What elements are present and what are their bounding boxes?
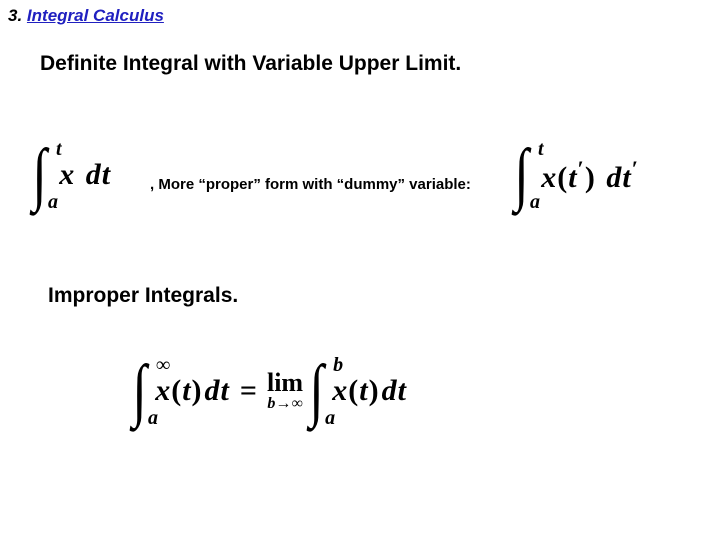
prime: ′ bbox=[578, 156, 585, 181]
limit: lim b→∞ bbox=[267, 370, 303, 412]
arg: t bbox=[568, 161, 577, 194]
differential: dt′ bbox=[604, 161, 639, 194]
section-heading-1: Definite Integral with Variable Upper Li… bbox=[40, 52, 461, 76]
differential: dt bbox=[84, 158, 111, 191]
integrand: x dt bbox=[53, 158, 111, 192]
equation-variable-upper-limit: ∫ t a x dt bbox=[30, 140, 111, 210]
integral-sign: ∫ b a bbox=[307, 356, 326, 426]
integrand-var: x bbox=[59, 158, 75, 191]
equation-dummy-variable: ∫ t a x(t′) dt′ bbox=[512, 140, 639, 210]
integral-sign: ∫ ∞ a bbox=[130, 356, 149, 426]
chapter-title: Integral Calculus bbox=[27, 6, 164, 25]
rhs-integrand: x(t)dt bbox=[326, 374, 407, 408]
inline-note: , More “proper” form with “dummy” variab… bbox=[150, 176, 471, 193]
lower-limit: a bbox=[48, 191, 58, 214]
lower-limit: a bbox=[530, 191, 540, 214]
chapter-heading: 3. Integral Calculus bbox=[8, 6, 164, 26]
integrand: x(t′) dt′ bbox=[535, 156, 639, 195]
upper-limit: ∞ bbox=[156, 354, 170, 377]
integral-sign: ∫ t a bbox=[512, 140, 531, 210]
upper-limit: b bbox=[333, 354, 343, 377]
lower-limit: a bbox=[148, 407, 158, 430]
equals-sign: = bbox=[230, 374, 267, 408]
upper-limit: t bbox=[56, 138, 62, 161]
chapter-number: 3. bbox=[8, 6, 22, 25]
lim-sub: b→∞ bbox=[267, 396, 303, 412]
fn: x bbox=[541, 161, 557, 194]
section-heading-2: Improper Integrals. bbox=[48, 284, 238, 308]
lhs-integrand: x(t)dt bbox=[149, 374, 230, 408]
upper-limit: t bbox=[538, 138, 544, 161]
equation-improper-integral: ∫ ∞ a x(t)dt = lim b→∞ ∫ b a x(t)dt bbox=[130, 356, 407, 426]
lim-word: lim bbox=[267, 370, 303, 396]
slide: 3. Integral Calculus Definite Integral w… bbox=[0, 0, 720, 540]
lower-limit: a bbox=[325, 407, 335, 430]
integral-sign: ∫ t a bbox=[30, 140, 49, 210]
